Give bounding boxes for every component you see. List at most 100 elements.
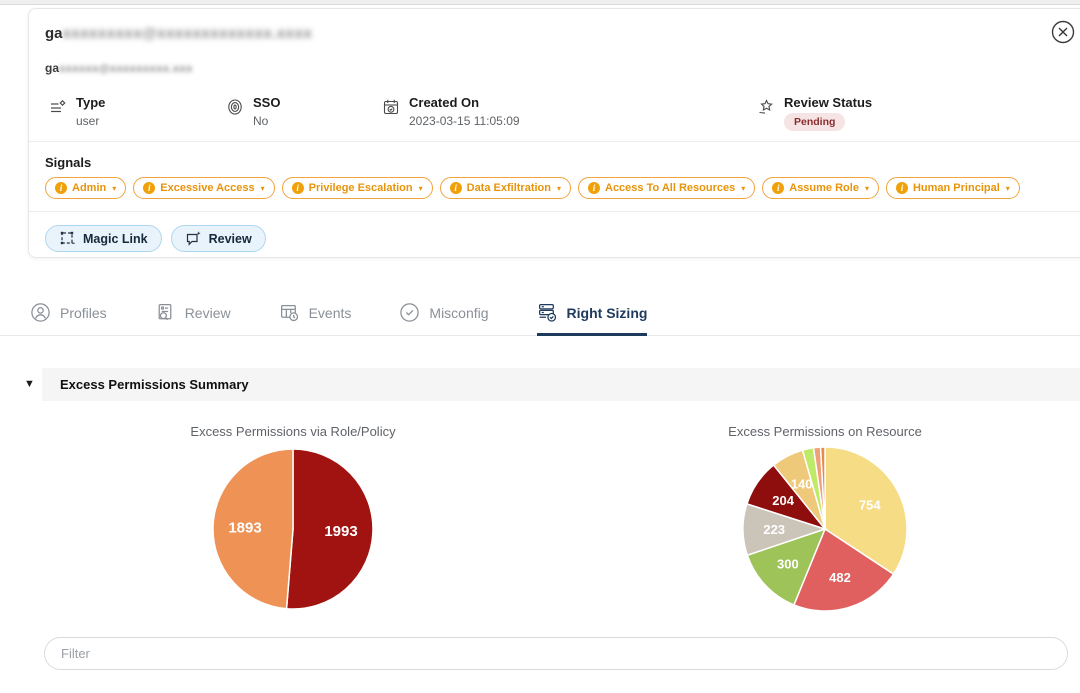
review-search-icon [155, 302, 176, 323]
pie-resource-svg: 754 482 300 223 204 140 [735, 442, 915, 616]
field-value: user [76, 114, 105, 128]
signal-chip-label: Admin [72, 182, 106, 194]
field-label: Type [76, 95, 105, 110]
chevron-down-icon: ▾ [419, 184, 423, 193]
pie-slice-label: 204 [772, 493, 794, 508]
signal-chip-label: Human Principal [913, 182, 1000, 194]
field-type: Type user [49, 95, 105, 128]
principal-detail-card: gaxxxxxxxxx@xxxxxxxxxxxxx.xxxx gaxxxxxx@… [28, 8, 1080, 258]
pie-chart-resource: Excess Permissions on Resource 754 482 300… [635, 424, 1015, 616]
pie-slice-label: 1893 [228, 519, 261, 536]
pie-slice-label: 140 [791, 476, 813, 491]
status-badge: Pending [784, 113, 845, 131]
magic-link-button[interactable]: Magic Link [45, 225, 162, 252]
shield-check-icon [399, 302, 420, 323]
sso-fingerprint-icon [226, 98, 244, 128]
filter-input[interactable] [44, 637, 1068, 670]
chevron-down-icon: ▾ [1006, 184, 1010, 193]
signal-chip-assume-role[interactable]: i Assume Role ▾ [762, 177, 879, 199]
divider [29, 211, 1080, 212]
divider [29, 141, 1080, 142]
pie-slice-label: 300 [777, 556, 799, 571]
review-comment-icon [185, 230, 202, 247]
tab-right-sizing[interactable]: Right Sizing [537, 290, 648, 335]
right-sizing-icon [537, 302, 558, 323]
title-prefix: ga [45, 25, 63, 42]
field-label: SSO [253, 95, 280, 110]
info-icon: i [143, 182, 155, 194]
pie-slice-label: 754 [859, 497, 881, 512]
tab-label: Right Sizing [567, 305, 648, 321]
chart-title: Excess Permissions on Resource [635, 424, 1015, 439]
pie-slice-label: 223 [763, 522, 785, 537]
pie-slice-label: 1993 [324, 523, 357, 540]
field-label: Created On [409, 95, 520, 110]
field-sso: SSO No [226, 95, 280, 128]
tab-events[interactable]: Events [279, 290, 352, 335]
field-label: Review Status [784, 95, 872, 110]
signals-label: Signals [45, 155, 91, 170]
signal-chip-human-principal[interactable]: i Human Principal ▾ [886, 177, 1020, 199]
chevron-down-icon: ▾ [557, 184, 561, 193]
tab-label: Events [309, 305, 352, 321]
tab-bar: Profiles Review Events [0, 290, 1080, 336]
info-icon: i [55, 182, 67, 194]
calendar-check-icon [382, 98, 400, 128]
chevron-down-icon: ▾ [261, 184, 265, 193]
review-star-icon [757, 98, 775, 131]
review-button[interactable]: Review [171, 225, 266, 252]
tab-review[interactable]: Review [155, 290, 231, 335]
tab-misconfig[interactable]: Misconfig [399, 290, 488, 335]
pie-chart-role-policy: Excess Permissions via Role/Policy 19931… [103, 424, 483, 616]
magic-link-label: Magic Link [83, 232, 148, 246]
field-review-status: Review Status Pending [757, 95, 872, 131]
redacted-title-text: xxxxxxxxx@xxxxxxxxxxxxx.xxxx [63, 25, 313, 42]
chevron-down-icon: ▾ [741, 184, 745, 193]
signal-chip-data-exfiltration[interactable]: i Data Exfiltration ▾ [440, 177, 571, 199]
info-icon: i [588, 182, 600, 194]
summary-title: Excess Permissions Summary [60, 377, 249, 392]
actions-row: Magic Link Review [45, 225, 266, 252]
signal-chip-label: Data Exfiltration [467, 182, 551, 194]
info-icon: i [450, 182, 462, 194]
page-top-strip [0, 0, 1080, 5]
events-clock-icon [279, 302, 300, 323]
type-icon [49, 98, 67, 128]
excess-permissions-summary-header[interactable]: Excess Permissions Summary [42, 368, 1080, 401]
signal-chip-access-to-all-resources[interactable]: i Access To All Resources ▾ [578, 177, 755, 199]
pie-role-policy-svg: 1993 1893 [203, 442, 383, 616]
signals-row: i Admin ▾ i Excessive Access ▾ i Privilege Es… [45, 177, 1020, 199]
tab-label: Review [185, 305, 231, 321]
principal-title: gaxxxxxxxxx@xxxxxxxxxxxxx.xxxx [45, 25, 312, 42]
signal-chip-label: Excessive Access [160, 182, 254, 194]
redacted-subtitle-text: xxxxxx@xxxxxxxxx.xxx [59, 63, 193, 75]
field-value: 2023-03-15 11:05:09 [409, 114, 520, 128]
magic-link-icon [59, 230, 76, 247]
signal-chip-privilege-escalation[interactable]: i Privilege Escalation ▾ [282, 177, 433, 199]
tab-label: Misconfig [429, 305, 488, 321]
principal-subtitle: gaxxxxxx@xxxxxxxxx.xxx [45, 61, 193, 75]
charts-area: Excess Permissions via Role/Policy 19931… [0, 424, 1080, 629]
signal-chip-admin[interactable]: i Admin ▾ [45, 177, 126, 199]
field-value: No [253, 114, 280, 128]
tab-label: Profiles [60, 305, 107, 321]
signal-chip-label: Access To All Resources [605, 182, 735, 194]
signal-chip-label: Assume Role [789, 182, 859, 194]
profiles-icon [30, 302, 51, 323]
subtitle-prefix: ga [45, 61, 59, 75]
info-icon: i [772, 182, 784, 194]
chevron-down-icon: ▾ [865, 184, 869, 193]
summary-row: ▼ Excess Permissions Summary [0, 368, 1080, 401]
tab-profiles[interactable]: Profiles [30, 290, 107, 335]
collapse-arrow-icon[interactable]: ▼ [24, 378, 35, 390]
signal-chip-label: Privilege Escalation [309, 182, 413, 194]
field-created-on: Created On 2023-03-15 11:05:09 [382, 95, 520, 128]
pie-slice-label: 482 [829, 570, 851, 585]
chevron-down-icon: ▾ [112, 184, 116, 193]
close-icon[interactable] [1051, 19, 1077, 45]
info-icon: i [292, 182, 304, 194]
review-button-label: Review [209, 232, 252, 246]
signal-chip-excessive-access[interactable]: i Excessive Access ▾ [133, 177, 274, 199]
chart-title: Excess Permissions via Role/Policy [103, 424, 483, 439]
info-icon: i [896, 182, 908, 194]
